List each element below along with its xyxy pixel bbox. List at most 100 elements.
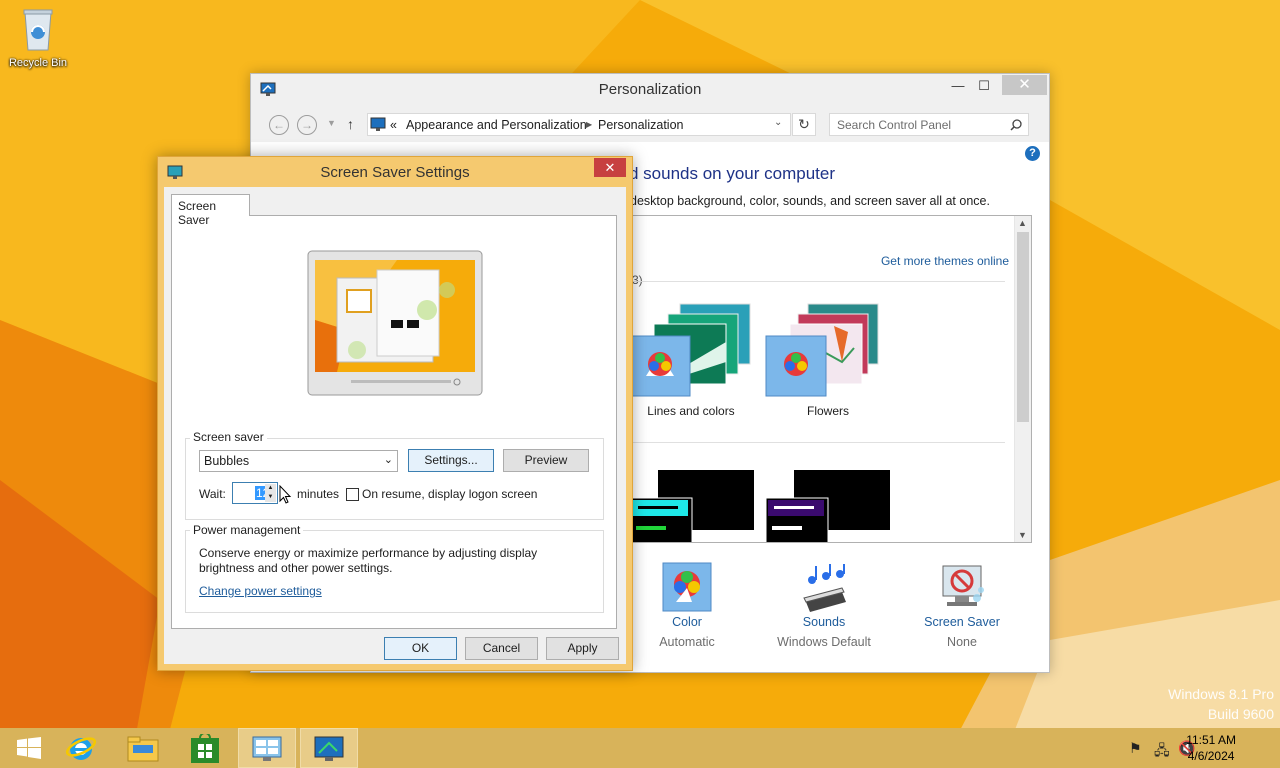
theme-flowers[interactable] xyxy=(764,302,894,398)
sounds-label: Sounds xyxy=(802,615,846,629)
taskbar-file-explorer[interactable] xyxy=(114,728,172,768)
back-button[interactable]: ← xyxy=(269,115,289,135)
wait-minutes-input[interactable]: 12 ▲ ▼ xyxy=(232,482,278,504)
tab-screen-saver[interactable]: Screen Saver xyxy=(171,194,250,227)
breadcrumb-appearance[interactable]: Appearance and Personalization xyxy=(406,118,587,132)
cancel-button[interactable]: Cancel xyxy=(465,637,538,660)
desktop-icon-recycle-bin[interactable]: Recycle Bin xyxy=(4,6,72,69)
forward-button[interactable]: → xyxy=(297,115,317,135)
theme-high-contrast-2[interactable] xyxy=(764,470,894,542)
wait-label: Wait: xyxy=(199,487,226,501)
vertical-scrollbar[interactable]: ▲ ▼ xyxy=(1014,216,1031,542)
color-setting[interactable]: Color Automatic xyxy=(627,562,747,649)
watermark-line2: Build 9600 xyxy=(1207,706,1274,722)
taskbar: ⚑ 🖧 🔇 11:51 AM 4/6/2024 xyxy=(0,728,1280,768)
theme-label: Lines and colors xyxy=(647,404,735,418)
scroll-down-icon[interactable]: ▼ xyxy=(1018,530,1027,540)
change-power-settings-link[interactable]: Change power settings xyxy=(199,584,322,598)
address-dropdown-icon[interactable]: ⌄ xyxy=(774,117,782,128)
power-management-title: Power management xyxy=(190,523,304,537)
minutes-label: minutes xyxy=(297,487,340,501)
color-value: Automatic xyxy=(659,635,715,649)
clock-time: 11:51 AM xyxy=(1186,733,1236,747)
watermark-line1: Windows 8.1 Pro xyxy=(1168,686,1274,702)
control-panel-icon xyxy=(252,736,282,761)
search-placeholder: Search Control Panel xyxy=(837,118,952,132)
screen-saver-select[interactable]: Bubbles ⌄ xyxy=(199,450,398,472)
help-icon[interactable]: ? xyxy=(1025,146,1040,161)
sounds-setting[interactable]: Sounds Windows Default xyxy=(764,562,884,649)
page-heading: d sounds on your computer xyxy=(629,164,836,183)
monitor-preview xyxy=(307,250,483,396)
spin-up-icon[interactable]: ▲ xyxy=(265,484,276,493)
theme-high-contrast-1[interactable] xyxy=(628,470,758,542)
title-bar[interactable]: Personalization — ☐ ✕ xyxy=(251,74,1049,104)
file-explorer-icon xyxy=(127,736,159,762)
scrollbar-thumb[interactable] xyxy=(1017,232,1029,422)
window-title: Personalization xyxy=(598,81,702,98)
theme-thumbnail-contrast-2 xyxy=(765,470,890,542)
theme-lines-and-colors[interactable] xyxy=(628,302,758,398)
logon-screen-checkbox[interactable] xyxy=(346,488,359,501)
settings-button[interactable]: Settings... xyxy=(408,449,494,472)
minimize-button[interactable]: — xyxy=(945,76,971,96)
power-description-line2: brightness and other power settings. xyxy=(199,561,393,575)
up-arrow-icon[interactable]: ↑ xyxy=(347,116,354,132)
page-subheading: desktop background, color, sounds, and s… xyxy=(630,194,990,208)
scroll-up-icon[interactable]: ▲ xyxy=(1018,218,1027,228)
chevron-down-icon: ⌄ xyxy=(383,454,393,466)
search-input[interactable]: Search Control Panel xyxy=(829,113,1029,136)
refresh-button[interactable]: ↻ xyxy=(792,113,816,136)
section-divider xyxy=(628,281,1005,282)
dialog-body: Screen Saver Screen saver Bubbles ⌄ Sett… xyxy=(164,187,626,664)
screen-saver-icon xyxy=(942,565,984,606)
mouse-cursor-icon xyxy=(279,485,292,504)
recycle-bin-icon xyxy=(23,9,53,51)
clock-date: 4/6/2024 xyxy=(1187,749,1235,763)
breadcrumb-personalization[interactable]: Personalization xyxy=(598,118,683,132)
maximize-button[interactable]: ☐ xyxy=(971,76,997,96)
dialog-close-button[interactable]: ✕ xyxy=(594,158,626,177)
store-icon xyxy=(191,732,219,763)
screen-saver-setting[interactable]: Screen Saver None xyxy=(902,562,1022,649)
color-label: Color xyxy=(672,615,702,629)
tab-panel: Screen saver Bubbles ⌄ Settings... Previ… xyxy=(171,215,617,629)
os-watermark: Windows 8.1 Pro Build 9600 xyxy=(1168,684,1274,724)
recent-locations-icon[interactable]: ▼ xyxy=(327,118,336,128)
taskbar-internet-explorer[interactable] xyxy=(52,728,110,768)
control-panel-icon xyxy=(370,117,386,131)
palette-icon xyxy=(662,562,712,612)
sounds-value: Windows Default xyxy=(777,635,871,649)
theme-label: Flowers xyxy=(806,404,849,418)
network-icon[interactable]: 🖧 xyxy=(1154,740,1170,764)
get-more-themes-link[interactable]: Get more themes online xyxy=(881,254,1009,268)
screen-saver-dialog: Screen Saver Settings ✕ Screen Saver Scr… xyxy=(157,156,633,671)
preview-button[interactable]: Preview xyxy=(503,449,589,472)
taskbar-store[interactable] xyxy=(176,728,234,768)
navigation-bar: ← → ▼ ↑ « Appearance and Personalization… xyxy=(251,104,1049,142)
ok-button[interactable]: OK xyxy=(384,637,457,660)
breadcrumb-overflow[interactable]: « xyxy=(390,118,397,132)
theme-thumbnail-lines xyxy=(629,303,751,397)
taskbar-control-panel[interactable] xyxy=(238,728,296,768)
breadcrumb-separator-icon[interactable]: ▶ xyxy=(586,120,592,129)
taskbar-personalization[interactable] xyxy=(300,728,358,768)
logon-screen-label: On resume, display logon screen xyxy=(362,487,538,501)
theme-list[interactable]: Get more themes online (3) Lines and col… xyxy=(627,215,1032,543)
theme-thumbnail-contrast-1 xyxy=(629,470,754,542)
screen-saver-group-title: Screen saver xyxy=(190,430,267,444)
desktop-icon-label: Recycle Bin xyxy=(8,57,68,69)
close-button[interactable]: ✕ xyxy=(1002,75,1047,95)
dialog-title: Screen Saver Settings xyxy=(320,164,470,181)
start-button[interactable] xyxy=(0,728,58,768)
theme-thumbnail-flowers xyxy=(765,303,879,397)
address-bar[interactable]: « Appearance and Personalization ▶ Perso… xyxy=(367,113,791,136)
action-center-flag-icon[interactable]: ⚑ xyxy=(1129,740,1142,757)
personalization-icon xyxy=(314,736,344,761)
screen-saver-selected: Bubbles xyxy=(204,454,250,468)
apply-button[interactable]: Apply xyxy=(546,637,619,660)
system-clock[interactable]: 11:51 AM 4/6/2024 xyxy=(1186,732,1236,764)
spin-down-icon[interactable]: ▼ xyxy=(265,493,276,502)
screen-saver-label: Screen Saver xyxy=(924,615,1000,629)
windows-logo-icon xyxy=(17,737,41,759)
